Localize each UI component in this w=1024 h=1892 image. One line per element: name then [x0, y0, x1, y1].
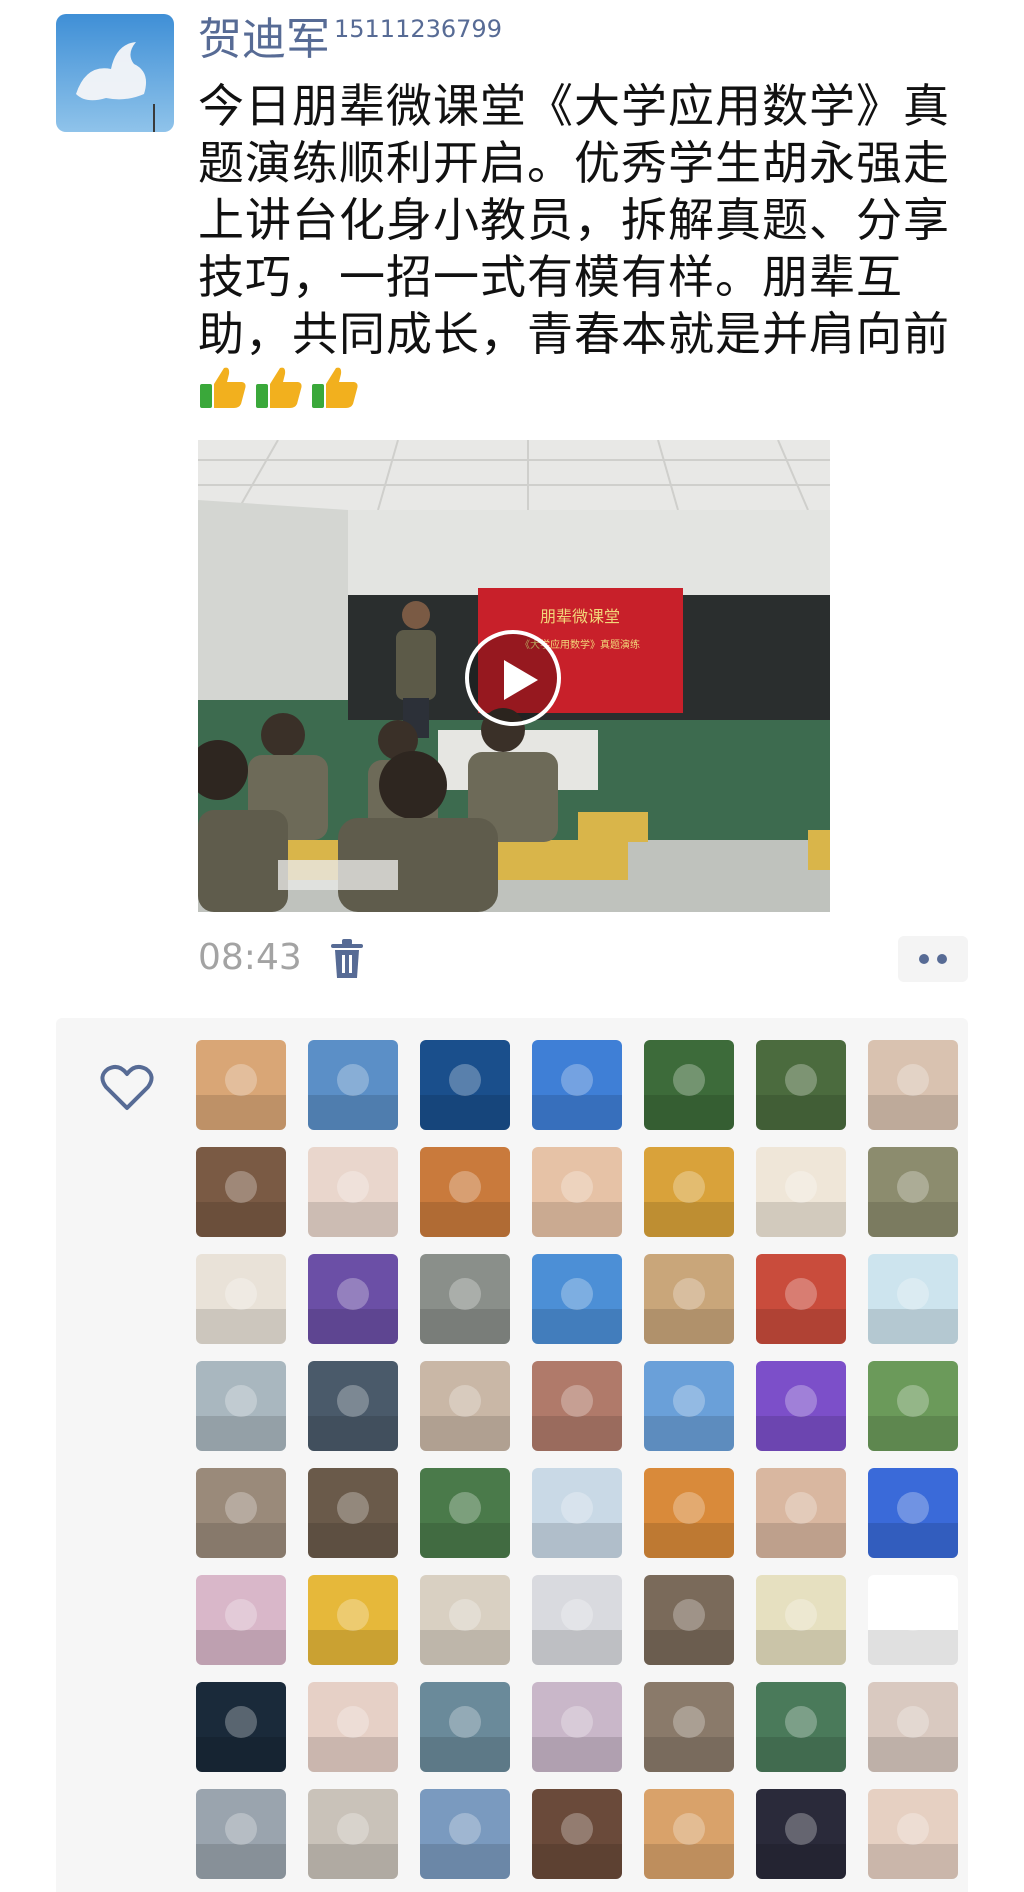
- liker-avatar[interactable]: [308, 1682, 398, 1772]
- liker-avatar[interactable]: [644, 1468, 734, 1558]
- liker-avatar[interactable]: [756, 1147, 846, 1237]
- dots-icon: [919, 954, 947, 964]
- liker-avatar[interactable]: [868, 1682, 958, 1772]
- liker-avatar[interactable]: [308, 1254, 398, 1344]
- liker-avatar[interactable]: [756, 1361, 846, 1451]
- liker-avatar[interactable]: [868, 1575, 958, 1665]
- author-line: 贺迪军 15111236799: [198, 12, 502, 68]
- liker-avatar[interactable]: [420, 1254, 510, 1344]
- liker-avatar[interactable]: [532, 1789, 622, 1879]
- liker-avatar[interactable]: [532, 1682, 622, 1772]
- liker-avatar[interactable]: [532, 1468, 622, 1558]
- liker-avatar[interactable]: [420, 1789, 510, 1879]
- liker-avatar[interactable]: [756, 1575, 846, 1665]
- liker-avatar[interactable]: [756, 1682, 846, 1772]
- liker-avatar[interactable]: [644, 1575, 734, 1665]
- liker-avatar[interactable]: [308, 1147, 398, 1237]
- liker-avatar[interactable]: [868, 1789, 958, 1879]
- liker-avatar[interactable]: [308, 1040, 398, 1130]
- slide-title: 朋辈微课堂: [540, 607, 620, 626]
- liker-avatar[interactable]: [308, 1575, 398, 1665]
- liker-avatar[interactable]: [196, 1147, 286, 1237]
- liker-avatar[interactable]: [196, 1575, 286, 1665]
- liker-avatar[interactable]: [644, 1682, 734, 1772]
- liker-avatar[interactable]: [196, 1361, 286, 1451]
- author-name[interactable]: 贺迪军: [198, 12, 330, 68]
- liker-avatar[interactable]: [532, 1040, 622, 1130]
- more-options-button[interactable]: [898, 936, 968, 982]
- liker-avatar[interactable]: [532, 1147, 622, 1237]
- liker-avatar[interactable]: [868, 1468, 958, 1558]
- liker-avatar[interactable]: [532, 1361, 622, 1451]
- liker-avatar[interactable]: [644, 1147, 734, 1237]
- thumbs-up-icon: [256, 367, 302, 408]
- heart-icon: [100, 1064, 154, 1110]
- thumbs-up-icon: [312, 367, 358, 408]
- liker-avatar[interactable]: [196, 1789, 286, 1879]
- liker-avatar[interactable]: [644, 1361, 734, 1451]
- author-avatar[interactable]: [56, 14, 174, 132]
- liker-avatar[interactable]: [420, 1147, 510, 1237]
- author-phone: 15111236799: [334, 15, 502, 43]
- liker-avatar[interactable]: [756, 1468, 846, 1558]
- liker-avatar[interactable]: [868, 1361, 958, 1451]
- liker-avatar[interactable]: [196, 1040, 286, 1130]
- liker-avatar[interactable]: [308, 1361, 398, 1451]
- liker-avatar[interactable]: [196, 1254, 286, 1344]
- liker-avatar[interactable]: [868, 1040, 958, 1130]
- liker-avatar[interactable]: [308, 1468, 398, 1558]
- trash-icon[interactable]: [330, 938, 364, 980]
- liker-avatar[interactable]: [644, 1040, 734, 1130]
- liker-avatar[interactable]: [868, 1147, 958, 1237]
- liker-avatar[interactable]: [420, 1468, 510, 1558]
- liker-avatar[interactable]: [532, 1254, 622, 1344]
- liker-avatar[interactable]: [420, 1575, 510, 1665]
- liker-avatar[interactable]: [196, 1682, 286, 1772]
- thumbs-up-icon: [200, 367, 246, 408]
- liker-avatar[interactable]: [644, 1254, 734, 1344]
- post-text: 今日朋辈微课堂《大学应用数学》真题演练顺利开启。优秀学生胡永强走上讲台化身小教员…: [198, 79, 950, 361]
- liker-avatar[interactable]: [420, 1040, 510, 1130]
- liker-avatar[interactable]: [756, 1040, 846, 1130]
- liker-avatar[interactable]: [420, 1682, 510, 1772]
- post-time: 08:43: [198, 937, 302, 978]
- play-icon[interactable]: [465, 630, 561, 726]
- liker-avatar-grid: [196, 1040, 958, 1879]
- liker-avatar[interactable]: [756, 1789, 846, 1879]
- liker-avatar[interactable]: [756, 1254, 846, 1344]
- liker-avatar[interactable]: [196, 1468, 286, 1558]
- emoji-row: [198, 362, 360, 412]
- liker-avatar[interactable]: [532, 1575, 622, 1665]
- liker-avatar[interactable]: [308, 1789, 398, 1879]
- liker-avatar[interactable]: [644, 1789, 734, 1879]
- liker-avatar[interactable]: [868, 1254, 958, 1344]
- liker-avatar[interactable]: [420, 1361, 510, 1451]
